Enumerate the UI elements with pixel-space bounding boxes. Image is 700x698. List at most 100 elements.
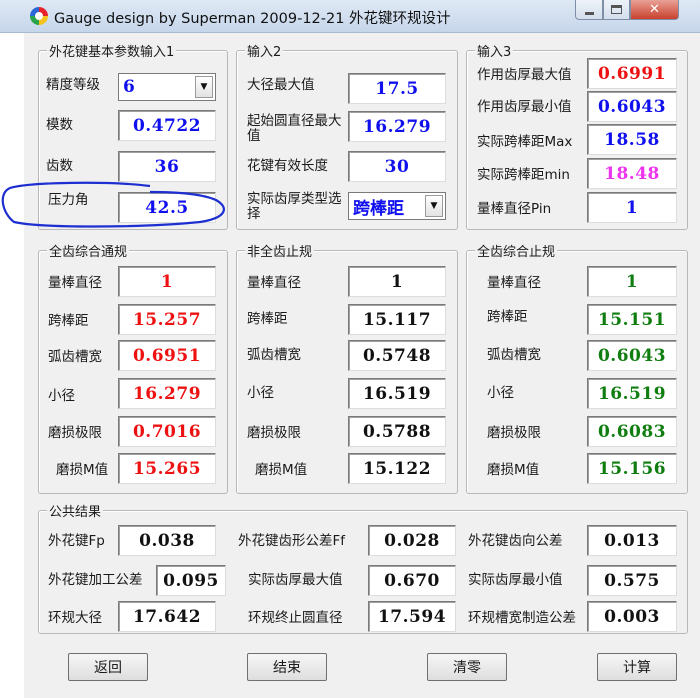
title-bar: Gauge design by Superman 2009-12-21 外花键环… [0,0,700,33]
nogo-full-minor-value[interactable]: 16.519 [587,378,677,409]
minimize-icon [584,12,594,15]
nogo-partial-slot-label: 弧齿槽宽 [247,347,301,363]
precision-select[interactable]: 6 ▼ [118,73,216,101]
span-max-label: 实际跨棒距Max [477,134,573,150]
module-input[interactable]: 0.4722 [118,110,216,141]
thickness-type-label: 实际齿厚类型选择 [247,191,342,222]
close-button[interactable]: ✕ [630,0,679,20]
actual-thick-max-label: 实际齿厚最大值 [248,572,343,588]
pin-dia-label: 量棒直径Pin [477,201,552,217]
maximize-icon [611,5,622,14]
ff-value[interactable]: 0.028 [368,525,456,556]
precision-label: 精度等级 [46,77,100,93]
span-min-input[interactable]: 18.48 [587,158,677,189]
group-go-full-title: 全齿综合通规 [47,241,130,260]
go-minor-value[interactable]: 16.279 [118,378,216,409]
chevron-down-icon[interactable]: ▼ [425,195,443,217]
pressure-angle-input[interactable]: 42.5 [118,192,216,223]
go-slot-label: 弧齿槽宽 [48,349,102,365]
nogo-partial-pin-value[interactable]: 1 [348,266,446,297]
ff-label: 外花键齿形公差Ff [238,533,346,549]
go-slot-value[interactable]: 0.6951 [118,340,216,371]
nogo-partial-span-value[interactable]: 15.117 [348,304,446,335]
thickness-type-select-value: 跨棒距 [353,198,404,219]
nogo-full-wear-m-value[interactable]: 15.156 [587,453,677,484]
nogo-full-span-label: 跨棒距 [487,309,528,325]
major-dia-label: 大径最大值 [247,77,315,93]
thickness-type-select[interactable]: 跨棒距 ▼ [348,192,446,220]
effective-length-label: 花键有效长度 [247,158,328,174]
go-wear-m-value[interactable]: 15.265 [118,453,216,484]
window-title: Gauge design by Superman 2009-12-21 外花键环… [54,11,451,27]
effective-length-input[interactable]: 30 [348,151,446,182]
major-dia-input[interactable]: 17.5 [348,73,446,104]
lead-tol-label: 外花键齿向公差 [468,533,563,549]
nogo-full-slot-label: 弧齿槽宽 [487,347,541,363]
nogo-partial-span-label: 跨棒距 [247,311,288,327]
fp-value[interactable]: 0.038 [118,525,216,556]
actual-thick-min-label: 实际齿厚最小值 [468,572,563,588]
ring-slot-tol-label: 环规槽宽制造公差 [468,610,576,626]
span-max-input[interactable]: 18.58 [587,124,677,155]
nogo-partial-minor-value[interactable]: 16.519 [348,378,446,409]
nogo-full-wear-value[interactable]: 0.6083 [587,416,677,447]
go-pin-value[interactable]: 1 [118,266,216,297]
group-input1-title: 外花键基本参数输入1 [47,41,177,60]
machining-tol-value[interactable]: 0.095 [156,565,226,596]
module-label: 模数 [46,117,73,133]
actual-thick-min-value[interactable]: 0.575 [587,565,677,596]
nogo-full-span-value[interactable]: 15.151 [587,304,677,335]
start-circle-input[interactable]: 16.279 [348,111,446,142]
nogo-partial-minor-label: 小径 [247,385,274,401]
lead-tol-value[interactable]: 0.013 [587,525,677,556]
calculate-button[interactable]: 计算 [597,653,677,681]
thick-max-input[interactable]: 0.6991 [587,58,677,89]
ring-major-dia-value[interactable]: 17.642 [118,601,216,632]
pressure-angle-label: 压力角 [48,192,89,208]
group-nogo-partial-title: 非全齿止规 [245,241,315,260]
group-common-results-title: 公共结果 [47,501,104,520]
desktop-margin [0,0,24,698]
thick-min-input[interactable]: 0.6043 [587,91,677,122]
nogo-partial-wear-label: 磨损极限 [247,425,301,441]
nogo-full-pin-label: 量棒直径 [487,275,541,291]
ring-end-circle-label: 环规终止圆直径 [248,610,343,626]
ring-major-dia-label: 环规大径 [48,610,102,626]
nogo-full-slot-value[interactable]: 0.6043 [587,340,677,371]
fp-label: 外花键Fp [48,533,105,549]
nogo-full-wear-m-label: 磨损M值 [487,462,540,478]
precision-select-value: 6 [123,77,135,97]
nogo-full-pin-value[interactable]: 1 [587,266,677,297]
minimize-button[interactable] [575,0,603,20]
back-button[interactable]: 返回 [68,653,148,681]
go-span-value[interactable]: 15.257 [118,304,216,335]
go-wear-label: 磨损极限 [48,425,102,441]
span-min-label: 实际跨棒距min [477,167,570,183]
thick-min-label: 作用齿厚最小值 [477,99,572,115]
nogo-partial-pin-label: 量棒直径 [247,275,301,291]
ring-end-circle-value[interactable]: 17.594 [368,601,456,632]
chevron-down-icon[interactable]: ▼ [195,76,213,98]
machining-tol-label: 外花键加工公差 [48,572,143,588]
actual-thick-max-value[interactable]: 0.670 [368,565,456,596]
nogo-partial-slot-value[interactable]: 0.5748 [348,340,446,371]
nogo-partial-wear-m-label: 磨损M值 [255,462,308,478]
app-logo-icon [30,7,48,25]
start-circle-label: 起始圆直径最大值 [247,113,342,144]
group-nogo-full-title: 全齿综合止规 [475,241,558,260]
teeth-input[interactable]: 36 [118,151,216,182]
nogo-partial-wear-m-value[interactable]: 15.122 [348,453,446,484]
exit-button[interactable]: 结束 [247,653,327,681]
pin-dia-input[interactable]: 1 [587,192,677,223]
ring-slot-tol-value[interactable]: 0.003 [587,601,677,632]
go-wear-m-label: 磨损M值 [56,462,109,478]
maximize-button[interactable] [603,0,630,20]
go-wear-value[interactable]: 0.7016 [118,416,216,447]
nogo-full-minor-label: 小径 [487,385,514,401]
group-input3-title: 输入3 [475,41,514,60]
teeth-label: 齿数 [46,158,73,174]
clear-button[interactable]: 清零 [427,653,507,681]
go-pin-label: 量棒直径 [48,275,102,291]
thick-max-label: 作用齿厚最大值 [477,67,572,83]
nogo-partial-wear-value[interactable]: 0.5788 [348,416,446,447]
